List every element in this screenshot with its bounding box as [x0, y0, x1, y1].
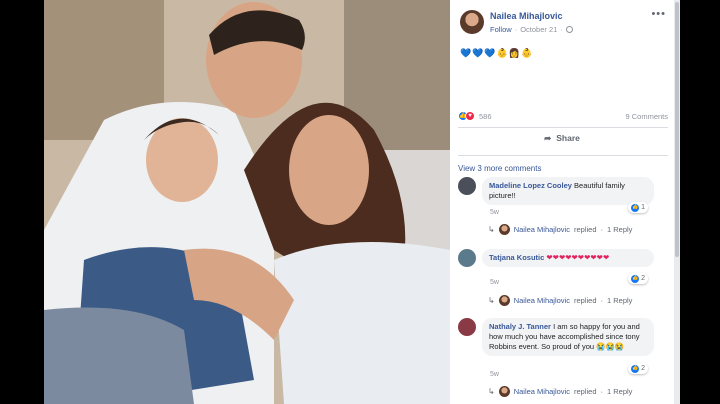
replied-label: replied: [573, 296, 597, 305]
family-photo-illustration: [44, 0, 450, 404]
comment-reaction-number: 2: [641, 275, 645, 282]
comment-reaction-count[interactable]: 👍 1: [628, 202, 648, 213]
post-photo[interactable]: [44, 0, 450, 404]
divider: [458, 155, 668, 156]
commenter-name[interactable]: Nathaly J. Tanner: [489, 322, 551, 331]
meta-separator: ·: [514, 25, 518, 34]
replier-name: Nailea Mihajlovic: [513, 296, 570, 305]
divider: [458, 127, 668, 128]
comment-reaction-count[interactable]: 👍 2: [628, 273, 648, 284]
comments-count[interactable]: 9 Comments: [625, 112, 668, 121]
comment-item: Tatjana Kosutic ❤❤❤❤❤❤❤❤❤❤ 👍 2 5w ↳ Nail…: [458, 249, 668, 311]
commenter-avatar[interactable]: [458, 249, 476, 267]
replier-avatar: [498, 295, 510, 306]
reply-arrow-icon: ↳: [488, 225, 495, 234]
commenter-name[interactable]: Tatjana Kosutic: [489, 253, 544, 262]
like-icon: 👍: [631, 203, 640, 212]
share-label: Share: [556, 133, 580, 143]
replied-label: replied: [573, 387, 597, 396]
replier-name: Nailea Mihajlovic: [513, 387, 570, 396]
share-button[interactable]: ➦ Share: [450, 133, 674, 144]
meta-separator-2: ·: [560, 25, 563, 34]
reactions-bar[interactable]: 👍 ♥ 586 9 Comments: [458, 111, 668, 121]
commenter-avatar[interactable]: [458, 318, 476, 336]
reply-arrow-icon: ↳: [488, 387, 495, 396]
author-avatar[interactable]: [460, 10, 484, 34]
follow-link[interactable]: Follow: [490, 25, 512, 34]
reply-separator: ·: [600, 387, 604, 396]
comment-item: Madeline Lopez Cooley Beautiful family p…: [458, 177, 668, 237]
reply-arrow-icon: ↳: [488, 296, 495, 305]
comment-reaction-count[interactable]: 👍 2: [628, 363, 648, 374]
author-name[interactable]: Nailea Mihajlovic: [490, 11, 563, 21]
like-icon: 👍: [631, 364, 640, 373]
like-icon: 👍: [631, 274, 640, 283]
globe-icon: [565, 26, 573, 33]
comment-bubble: Tatjana Kosutic ❤❤❤❤❤❤❤❤❤❤: [482, 249, 654, 267]
reply-summary[interactable]: ↳ Nailea Mihajlovic replied · 1 Reply: [488, 386, 632, 397]
comment-bubble: Madeline Lopez Cooley Beautiful family p…: [482, 177, 654, 205]
comment-item: Nathaly J. Tanner I am so happy for you …: [458, 318, 668, 404]
post-header: Nailea Mihajlovic Follow · October 21 · …: [450, 0, 674, 40]
reaction-icons: 👍 ♥: [458, 111, 475, 121]
replier-avatar: [498, 386, 510, 397]
post-panel: Nailea Mihajlovic Follow · October 21 · …: [450, 0, 674, 404]
comment-text: ❤❤❤❤❤❤❤❤❤❤: [546, 253, 610, 262]
comment-bubble: Nathaly J. Tanner I am so happy for you …: [482, 318, 654, 356]
post-meta: Follow · October 21 ·: [490, 25, 573, 34]
panel-scrollbar[interactable]: [674, 0, 680, 404]
scrollbar-thumb[interactable]: [675, 2, 679, 257]
reply-separator: ·: [600, 296, 604, 305]
reply-count: 1 Reply: [607, 225, 633, 234]
comment-time[interactable]: 5w: [490, 371, 499, 378]
reply-separator: ·: [600, 225, 604, 234]
commenter-avatar[interactable]: [458, 177, 476, 195]
replier-name: Nailea Mihajlovic: [513, 225, 570, 234]
reply-summary[interactable]: ↳ Nailea Mihajlovic replied · 1 Reply: [488, 224, 632, 235]
reply-count: 1 Reply: [607, 296, 633, 305]
reply-summary[interactable]: ↳ Nailea Mihajlovic replied · 1 Reply: [488, 295, 632, 306]
replier-avatar: [498, 224, 510, 235]
reactions-count[interactable]: 586: [479, 112, 492, 121]
post-text: 💙💙💙👶👩👶: [460, 48, 534, 58]
comment-time[interactable]: 5w: [490, 209, 499, 216]
comment-time[interactable]: 5w: [490, 279, 499, 286]
replied-label: replied: [573, 225, 597, 234]
love-icon: ♥: [465, 111, 475, 121]
comment-reaction-number: 2: [641, 365, 645, 372]
comment-reaction-number: 1: [641, 204, 645, 211]
share-arrow-icon: ➦: [544, 133, 552, 143]
reply-count: 1 Reply: [607, 387, 633, 396]
commenter-name[interactable]: Madeline Lopez Cooley: [489, 181, 572, 190]
view-more-comments-link[interactable]: View 3 more comments: [458, 164, 541, 173]
post-date[interactable]: October 21: [520, 25, 557, 34]
more-options-icon[interactable]: •••: [651, 8, 666, 20]
